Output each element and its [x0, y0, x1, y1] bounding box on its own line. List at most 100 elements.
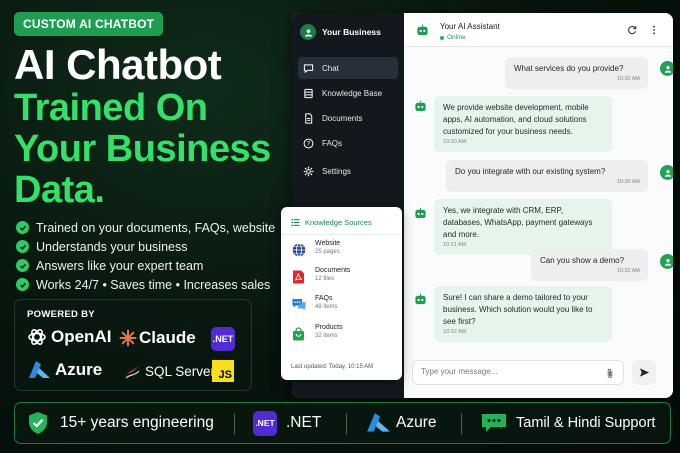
shield-check-icon — [29, 412, 47, 434]
dotnet-feature: .NET .NET — [253, 403, 321, 443]
chat-header: Your AI Assistant Online — [404, 13, 673, 47]
azure-label: Azure — [55, 360, 103, 379]
user-message: Can you show a demo? 10:32 AM — [531, 249, 648, 281]
sidebar-brand-name: Your Business — [322, 27, 381, 37]
source-name: FAQs — [315, 295, 333, 302]
bot-avatar-icon — [415, 293, 426, 305]
sidebar-item-faqs[interactable]: ? FAQs — [298, 132, 398, 154]
divider — [461, 413, 462, 435]
knowledge-sources-header: Knowledge Sources — [291, 218, 372, 227]
online-status-text: Online — [447, 34, 466, 41]
divider — [234, 413, 235, 435]
more-options-icon[interactable] — [649, 25, 659, 35]
knowledge-source-documents[interactable]: Documents 12 files — [291, 267, 350, 284]
check-icon — [16, 240, 29, 253]
document-icon — [305, 112, 313, 124]
business-avatar-icon — [300, 24, 316, 40]
feature-item: Understands your business — [16, 237, 275, 256]
feature-item: Trained on your documents, FAQs, website — [16, 218, 275, 237]
message-text: What services do you provide? — [514, 64, 624, 73]
user-avatar-icon — [660, 254, 673, 269]
feature-text: Works 24/7 • Saves time • Increases sale… — [36, 277, 271, 292]
dotnet-logo: .NET — [211, 327, 235, 351]
years-engineering-text: 15+ years engineering — [60, 414, 214, 431]
bottom-feature-bar: 15+ years engineering .NET .NET Azure Ta… — [14, 402, 671, 444]
divider — [346, 413, 347, 435]
powered-by-title: POWERED BY — [27, 309, 95, 320]
language-support: Tamil & Hindi Support — [481, 403, 655, 443]
bot-avatar-icon — [415, 207, 426, 219]
check-icon — [16, 221, 29, 234]
feature-item: Works 24/7 • Saves time • Increases sale… — [16, 275, 275, 294]
user-message: Do you integrate with our existing syste… — [446, 160, 648, 192]
check-icon — [16, 278, 29, 291]
hero-line-1: AI Chatbot — [14, 41, 222, 88]
openai-label: OpenAI — [51, 327, 112, 346]
ai-message: We provide website development, mobile a… — [434, 96, 612, 152]
user-avatar-icon — [660, 61, 673, 76]
message-time: 10:30 AM — [616, 179, 640, 185]
source-count: 12 files — [315, 276, 335, 282]
dotnet-badge: .NET — [211, 327, 235, 351]
knowledge-sources-title: Knowledge Sources — [305, 218, 372, 227]
send-button[interactable] — [632, 360, 656, 385]
knowledge-sources-card: Knowledge Sources Website 25 pages Docum… — [281, 207, 402, 380]
message-input[interactable] — [421, 367, 601, 376]
openai-logo: OpenAI — [27, 327, 111, 347]
message-text: Can you show a demo? — [540, 256, 625, 265]
sidebar-item-knowledge-base[interactable]: Knowledge Base — [298, 82, 398, 104]
sidebar-item-settings[interactable]: Settings — [298, 160, 398, 182]
language-support-text: Tamil & Hindi Support — [516, 415, 656, 431]
hero-line-3: Your Business — [14, 128, 271, 170]
azure-icon — [367, 413, 390, 432]
knowledge-source-products[interactable]: Products 32 items — [291, 324, 343, 341]
sidebar-item-label: Chat — [322, 63, 339, 73]
sidebar-item-chat[interactable]: Chat — [298, 57, 398, 79]
ai-message: Sure! I can share a demo tailored to you… — [434, 286, 612, 342]
send-icon — [639, 368, 649, 377]
chat-panel: Your AI Assistant Online What services d… — [404, 13, 673, 398]
check-icon — [16, 259, 29, 272]
knowledge-source-website[interactable]: Website 25 pages — [291, 240, 340, 257]
online-dot-icon — [440, 35, 444, 40]
divider — [281, 234, 402, 235]
question-circle-icon: ? — [303, 138, 314, 148]
hero-line-4: Data. — [14, 169, 105, 211]
hero-line-2: Trained On — [14, 87, 208, 129]
refresh-icon[interactable] — [627, 25, 637, 35]
sidebar-item-documents[interactable]: Documents — [298, 107, 398, 129]
message-text: Sure! I can share a demo tailored to you… — [443, 293, 593, 326]
sidebar-item-label: Knowledge Base — [322, 88, 383, 98]
javascript-badge: JS — [212, 360, 234, 382]
list-icon — [291, 218, 300, 227]
bot-icon — [417, 24, 428, 36]
paperclip-icon[interactable] — [605, 368, 615, 379]
source-name: Website — [315, 240, 341, 247]
online-status: Online — [440, 34, 466, 41]
shopping-bag-icon — [291, 326, 306, 341]
chat-bubbles-icon — [291, 297, 306, 312]
message-time: 10:32 AM — [443, 329, 467, 335]
openai-icon — [28, 329, 46, 345]
message-text: We provide website development, mobile a… — [443, 103, 589, 136]
hero-headline: AI Chatbot Trained On Your Business Data… — [14, 41, 271, 211]
message-time: 10:32 AM — [616, 268, 640, 274]
message-input-box — [412, 360, 624, 385]
ai-message: Yes, we integrate with CRM, ERP, databas… — [434, 199, 612, 255]
feature-item: Answers like your expert team — [16, 256, 275, 275]
knowledge-source-faqs[interactable]: FAQs 48 items — [291, 295, 338, 312]
sql-server-logo: SQL Server — [123, 362, 215, 380]
user-avatar-icon — [660, 165, 673, 180]
user-message: What services do you provide? 10:30 AM — [505, 57, 648, 89]
message-time: 10:30 AM — [616, 76, 640, 82]
dotnet-badge: .NET — [253, 410, 277, 436]
source-name: Products — [315, 324, 343, 331]
chat-bubble-icon — [303, 63, 314, 73]
sql-server-icon — [125, 365, 140, 379]
message-text: Do you integrate with our existing syste… — [455, 167, 606, 176]
sidebar-brand: Your Business — [300, 24, 381, 40]
svg-text:?: ? — [307, 140, 311, 147]
years-engineering: 15+ years engineering — [27, 403, 214, 443]
source-name: Documents — [315, 267, 351, 274]
message-time: 10:30 AM — [443, 139, 467, 145]
